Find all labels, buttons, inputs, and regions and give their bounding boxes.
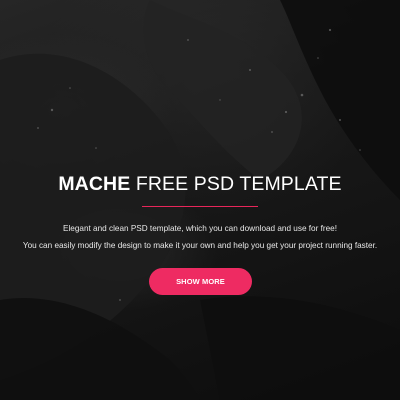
hero-content: MACHE FREE PSD TEMPLATE Elegant and clea… — [0, 0, 400, 400]
hero-title-strong: MACHE — [58, 173, 131, 195]
title-divider — [142, 206, 258, 207]
hero-title-light: FREE PSD TEMPLATE — [130, 173, 342, 195]
hero-section: MACHE FREE PSD TEMPLATE Elegant and clea… — [0, 0, 400, 400]
hero-title: MACHE FREE PSD TEMPLATE — [0, 172, 400, 196]
hero-description-line-1: Elegant and clean PSD template, which yo… — [63, 224, 337, 233]
show-more-button[interactable]: SHOW MORE — [149, 268, 252, 295]
hero-description-line-2: You can easily modify the design to make… — [22, 241, 378, 250]
